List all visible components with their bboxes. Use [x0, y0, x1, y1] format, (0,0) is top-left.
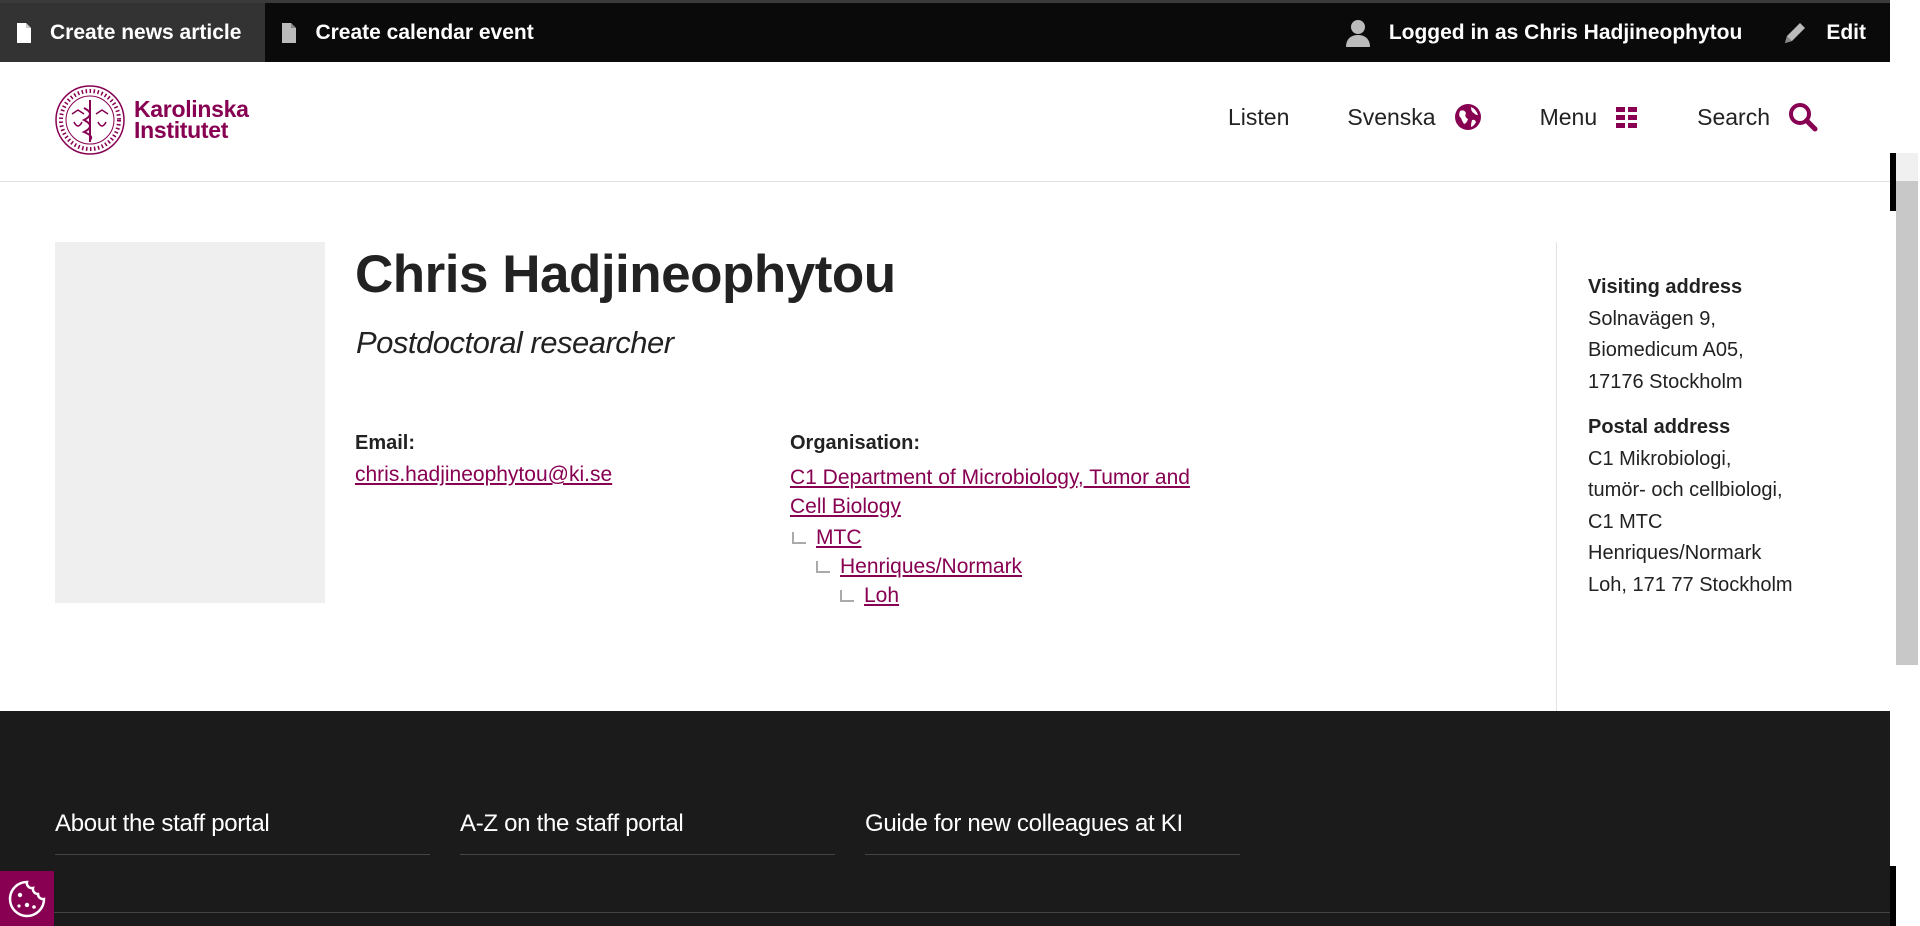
- create-news-label: Create news article: [50, 20, 242, 44]
- grid-icon: [1616, 107, 1638, 128]
- search-icon: [1789, 103, 1818, 132]
- footer-link-guide[interactable]: Guide for new colleagues at KI: [865, 810, 1240, 855]
- header-nav: Listen Svenska Menu Search: [1228, 102, 1818, 132]
- tree-branch-icon: [816, 561, 830, 573]
- user-icon: [1345, 19, 1370, 47]
- listen-label: Listen: [1227, 103, 1290, 130]
- globe-icon: [1454, 104, 1481, 130]
- cookie-settings-button[interactable]: [0, 871, 54, 926]
- listen-button[interactable]: Listen: [1228, 104, 1289, 131]
- site-footer: About the staff portal A-Z on the staff …: [0, 711, 1890, 926]
- org-tree-row: Loh: [790, 579, 1220, 608]
- org-link-henriques-normark[interactable]: Henriques/Normark: [840, 555, 1022, 579]
- profile-photo-placeholder: [55, 242, 325, 603]
- karolinska-logo[interactable]: Karolinska Institutet: [54, 84, 249, 156]
- language-label: Svenska: [1347, 103, 1436, 130]
- scrollbar-thumb[interactable]: [1896, 153, 1918, 665]
- search-label: Search: [1697, 103, 1770, 130]
- menu-button[interactable]: Menu: [1540, 104, 1640, 131]
- scrollbar-edge: [1890, 866, 1896, 926]
- admin-toolbar: Create news article Create calendar even…: [0, 0, 1890, 62]
- site-header: Karolinska Institutet Listen Svenska Men…: [0, 62, 1890, 182]
- search-button[interactable]: Search: [1697, 102, 1818, 132]
- footer-link-about[interactable]: About the staff portal: [55, 810, 430, 855]
- cookie-icon: [8, 880, 46, 917]
- create-calendar-event-button[interactable]: Create calendar event: [265, 3, 557, 62]
- org-link-department[interactable]: C1 Department of Microbiology, Tumor and…: [790, 463, 1220, 521]
- postal-address-label: Postal address: [1588, 416, 1731, 438]
- postal-address-line: Henriques/Normark: [1588, 542, 1762, 564]
- ki-seal-icon: [55, 85, 125, 155]
- org-tree-row: MTC: [790, 521, 1220, 550]
- language-switch[interactable]: Svenska: [1347, 103, 1481, 131]
- tree-branch-icon: [840, 590, 854, 602]
- visiting-address-label: Visiting address: [1588, 276, 1743, 298]
- org-link-mtc[interactable]: MTC: [816, 526, 862, 550]
- menu-label: Menu: [1539, 103, 1598, 130]
- create-news-article-button[interactable]: Create news article: [0, 3, 266, 62]
- org-link-loh[interactable]: Loh: [864, 584, 899, 608]
- logo-line-2: Institutet: [134, 117, 229, 143]
- page-title: Chris Hadjineophytou: [355, 245, 896, 304]
- email-section: Email: chris.hadjineophytou@ki.se: [355, 432, 612, 487]
- logged-in-label: Logged in as Chris Hadjineophytou: [1388, 20, 1743, 44]
- footer-divider: [0, 912, 1890, 913]
- scrollbar-edge: [1890, 153, 1896, 211]
- footer-links: About the staff portal A-Z on the staff …: [55, 810, 1240, 855]
- edit-button[interactable]: Edit: [1766, 3, 1890, 62]
- tree-branch-icon: [792, 532, 806, 544]
- user-account-link[interactable]: Logged in as Chris Hadjineophytou: [1329, 3, 1767, 62]
- edit-label: Edit: [1826, 20, 1866, 44]
- postal-address-line: tumör- och cellbiologi,: [1588, 479, 1783, 501]
- visiting-address-line: 17176 Stockholm: [1588, 370, 1743, 393]
- document-icon: [17, 22, 31, 43]
- visiting-address-line: Solnavägen 9,: [1588, 307, 1716, 330]
- email-link[interactable]: chris.hadjineophytou@ki.se: [355, 463, 612, 487]
- org-tree-row: Henriques/Normark: [790, 550, 1220, 579]
- document-icon: [282, 22, 297, 43]
- organisation-label: Organisation:: [790, 432, 921, 454]
- pencil-icon: [1785, 22, 1806, 43]
- organisation-section: Organisation: C1 Department of Microbiol…: [790, 432, 1220, 608]
- address-sidebar: Visiting address Solnavägen 9, Biomedicu…: [1556, 242, 1890, 711]
- job-title: Postdoctoral researcher: [356, 325, 674, 360]
- postal-address-line: Loh, 171 77 Stockholm: [1588, 573, 1793, 596]
- postal-address-line: C1 MTC: [1588, 510, 1663, 533]
- email-label: Email:: [355, 432, 416, 454]
- profile-main: Chris Hadjineophytou Postdoctoral resear…: [0, 182, 1890, 711]
- footer-link-a-z[interactable]: A-Z on the staff portal: [460, 810, 835, 855]
- postal-address-line: C1 Mikrobiologi,: [1588, 447, 1732, 470]
- visiting-address-line: Biomedicum A05,: [1588, 339, 1744, 361]
- create-event-label: Create calendar event: [315, 20, 534, 44]
